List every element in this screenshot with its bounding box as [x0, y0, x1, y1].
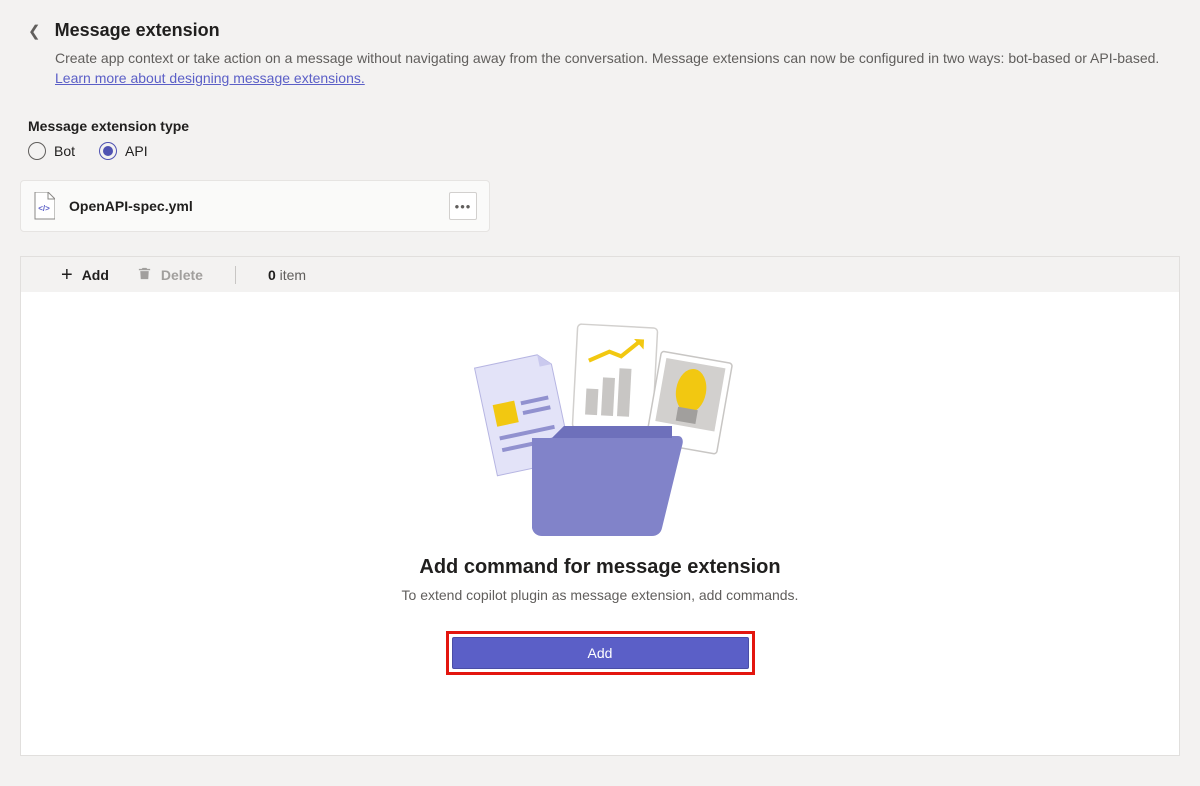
add-command-button[interactable]: Add: [452, 637, 749, 669]
toolbar-delete-label: Delete: [161, 267, 203, 283]
plus-icon: +: [61, 265, 73, 285]
radio-circle-icon: [28, 142, 46, 160]
file-name: OpenAPI-spec.yml: [69, 198, 435, 214]
learn-more-link[interactable]: Learn more about designing message exten…: [55, 70, 365, 86]
extension-type-radio-group: Bot API: [28, 142, 1172, 160]
back-chevron-icon[interactable]: ❮: [28, 22, 41, 40]
toolbar-delete-button: Delete: [137, 266, 203, 284]
file-more-button[interactable]: •••: [449, 192, 477, 220]
toolbar-add-label: Add: [82, 267, 109, 283]
empty-state-title: Add command for message extension: [419, 556, 780, 579]
empty-state-subtitle: To extend copilot plugin as message exte…: [402, 587, 799, 603]
extension-type-label: Message extension type: [28, 118, 1172, 134]
item-count-word: item: [280, 267, 306, 283]
trash-icon: [137, 266, 152, 284]
file-icon: </>: [33, 192, 55, 220]
item-count: 0 item: [268, 267, 306, 283]
command-list-panel: Add command for message extension To ext…: [20, 292, 1180, 756]
radio-circle-selected-icon: [99, 142, 117, 160]
svg-text:</>: </>: [38, 204, 50, 213]
empty-state-illustration: [460, 318, 740, 538]
radio-bot[interactable]: Bot: [28, 142, 75, 160]
toolbar-divider: [235, 266, 236, 284]
toolbar-add-button[interactable]: + Add: [61, 265, 109, 285]
radio-bot-label: Bot: [54, 143, 75, 159]
page-title: Message extension: [55, 20, 220, 41]
radio-dot-icon: [103, 146, 113, 156]
add-button-highlight: Add: [446, 631, 755, 675]
openapi-file-card[interactable]: </> OpenAPI-spec.yml •••: [20, 180, 490, 232]
page-description: Create app context or take action on a m…: [28, 49, 1172, 88]
radio-api[interactable]: API: [99, 142, 148, 160]
command-toolbar: + Add Delete 0 item: [20, 256, 1180, 292]
radio-api-label: API: [125, 143, 148, 159]
item-count-number: 0: [268, 267, 276, 283]
description-text: Create app context or take action on a m…: [55, 50, 1159, 66]
